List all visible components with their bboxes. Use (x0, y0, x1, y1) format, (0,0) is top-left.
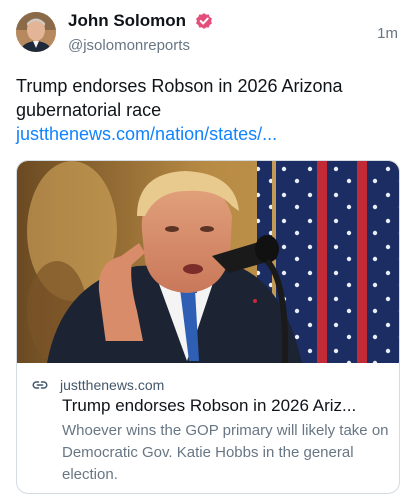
card-domain-row: justthenews.com (31, 375, 164, 395)
post-text: Trump endorses Robson in 2026 Arizona gu… (16, 76, 343, 120)
verified-badge-icon (196, 13, 212, 29)
link-icon (32, 381, 48, 389)
post-link[interactable]: justthenews.com/nation/states/... (16, 124, 277, 144)
link-preview-card[interactable]: justthenews.com Trump endorses Robson in… (16, 160, 400, 494)
avatar[interactable] (16, 12, 56, 52)
author-name[interactable]: John Solomon (68, 10, 186, 32)
social-post: John Solomon @jsolomonreports 1m Trump e… (0, 0, 416, 500)
card-image[interactable] (17, 161, 399, 363)
post-body: Trump endorses Robson in 2026 Arizona gu… (16, 74, 400, 146)
card-title[interactable]: Trump endorses Robson in 2026 Ariz... (62, 395, 388, 417)
avatar-image (16, 12, 56, 52)
card-domain: justthenews.com (60, 377, 165, 393)
post-timestamp[interactable]: 1m (377, 24, 398, 44)
card-description: Whoever wins the GOP primary will likely… (62, 422, 389, 483)
author-handle[interactable]: @jsolomonreports (68, 36, 190, 56)
